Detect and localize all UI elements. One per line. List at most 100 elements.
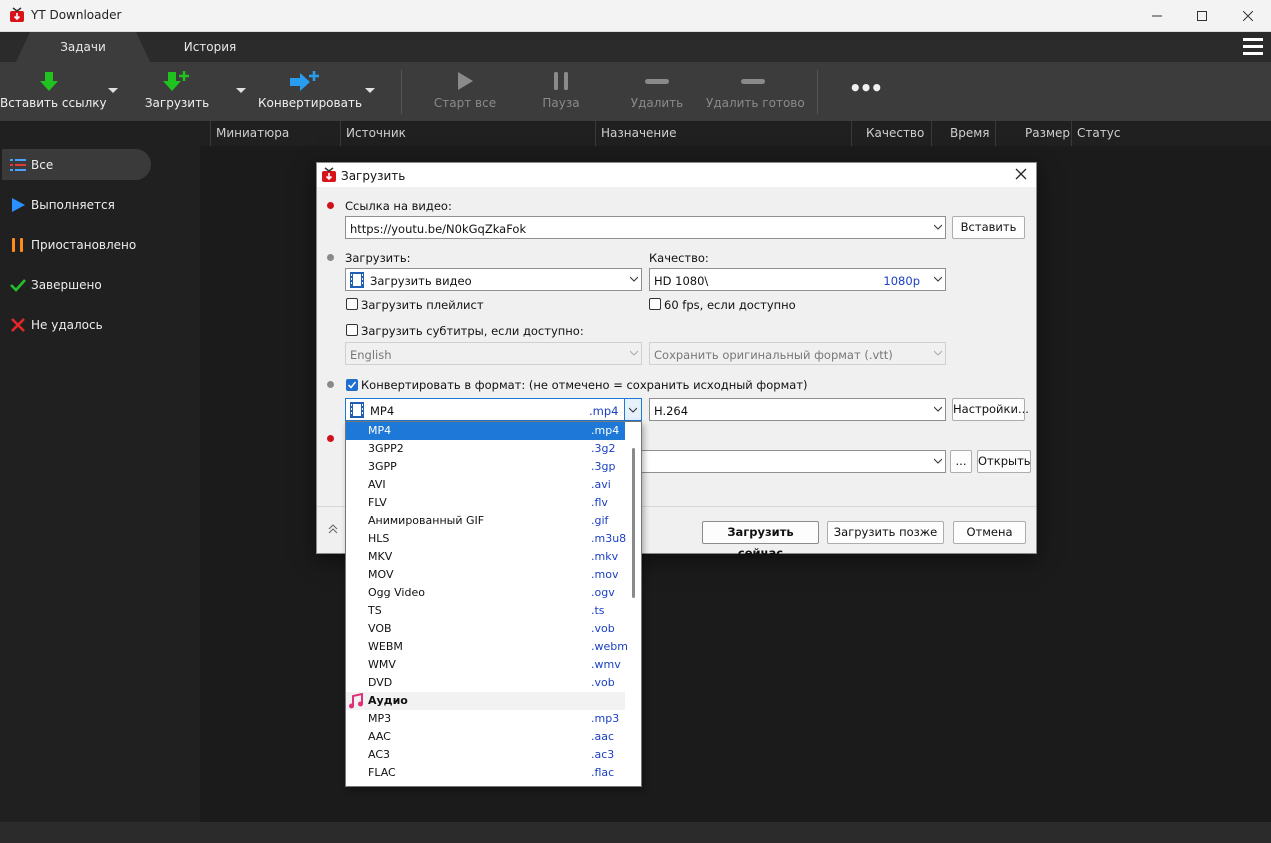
- paste-link-button[interactable]: Вставить ссылку: [0, 62, 107, 121]
- tab-tasks[interactable]: Задачи: [16, 32, 150, 62]
- download-later-button[interactable]: Загрузить позже: [827, 521, 944, 544]
- format-option[interactable]: MP3 .mp3: [346, 710, 625, 728]
- format-option-name: DVD: [368, 676, 393, 689]
- column-size[interactable]: Размер: [995, 121, 1071, 146]
- column-quality[interactable]: Качество: [851, 121, 931, 146]
- url-input[interactable]: https://youtu.be/N0kGqZkaFok: [345, 216, 946, 239]
- convert-arrow-icon: [288, 70, 322, 97]
- convert-checkbox[interactable]: [346, 379, 358, 391]
- start-all-button[interactable]: Старт все: [426, 62, 504, 121]
- convert-label: Конвертировать: [258, 96, 363, 110]
- sidebar-item-failed[interactable]: Не удалось: [2, 309, 151, 340]
- chevron-down-icon[interactable]: [934, 405, 942, 413]
- settings-button[interactable]: Настройки...: [952, 398, 1029, 421]
- subtitle-format-select[interactable]: Сохранить оригинальный формат (.vtt): [649, 342, 946, 365]
- format-option[interactable]: HLS .m3u8: [346, 530, 627, 548]
- maximize-button[interactable]: [1179, 0, 1225, 31]
- convert-dropdown-icon[interactable]: [365, 88, 375, 93]
- format-option[interactable]: TS .ts: [346, 602, 625, 620]
- hamburger-menu-icon[interactable]: [1243, 38, 1263, 56]
- column-time[interactable]: Время: [931, 121, 995, 146]
- chevron-down-icon[interactable]: [934, 223, 942, 231]
- column-destination[interactable]: Назначение: [595, 121, 851, 146]
- close-window-button[interactable]: [1225, 0, 1271, 31]
- download-type-select[interactable]: Загрузить видео: [345, 268, 642, 291]
- download-dropdown-icon[interactable]: [236, 88, 246, 93]
- delete-button[interactable]: Удалить: [624, 62, 690, 121]
- playlist-checkbox[interactable]: [346, 298, 358, 310]
- tab-history[interactable]: История: [150, 32, 270, 62]
- format-option[interactable]: Ogg Video .ogv: [346, 584, 625, 602]
- column-source[interactable]: Источник: [340, 121, 595, 146]
- format-option[interactable]: VOB .vob: [346, 620, 625, 638]
- window-title: YT Downloader: [31, 8, 122, 22]
- format-option[interactable]: 3GPP2 .3g2: [346, 440, 625, 458]
- format-option[interactable]: AC3 .ac3: [346, 746, 625, 764]
- convert-button[interactable]: Конвертировать: [258, 62, 363, 121]
- sidebar-item-running[interactable]: Выполняется: [2, 189, 151, 220]
- format-option[interactable]: MOV .mov: [346, 566, 625, 584]
- format-option[interactable]: 3GPP .3gp: [346, 458, 625, 476]
- film-icon: [349, 402, 365, 418]
- format-option-name: MOV: [368, 568, 394, 581]
- required-dot: [327, 202, 334, 209]
- dialog-close-button[interactable]: [1015, 168, 1029, 182]
- sidebar-item-completed[interactable]: Завершено: [2, 269, 151, 300]
- format-option[interactable]: AAC .aac: [346, 728, 625, 746]
- format-option-ext: .vob: [591, 676, 615, 689]
- format-option[interactable]: FLAC .flac: [346, 764, 625, 782]
- delete-done-button[interactable]: Удалить готово: [706, 62, 805, 121]
- open-folder-button[interactable]: Открыть: [977, 450, 1031, 473]
- chevron-down-icon[interactable]: [630, 275, 638, 283]
- format-option-name: Анимированный GIF: [368, 514, 485, 527]
- chevron-down-icon[interactable]: [934, 349, 942, 357]
- format-option-name: AAC: [368, 730, 391, 743]
- format-option[interactable]: DVD .vob: [346, 674, 625, 692]
- format-option[interactable]: Анимированный GIF .gif: [346, 512, 625, 530]
- browse-button[interactable]: ...: [950, 450, 972, 473]
- column-status[interactable]: Статус: [1071, 121, 1271, 146]
- chevron-down-icon[interactable]: [630, 349, 638, 357]
- pause-button[interactable]: Пауза: [528, 62, 594, 121]
- format-option[interactable]: AVI .avi: [346, 476, 625, 494]
- codec-select[interactable]: H.264: [649, 398, 946, 421]
- format-option-ext: .webm: [591, 640, 628, 653]
- subtitle-format-value: Сохранить оригинальный формат (.vtt): [654, 348, 893, 362]
- delete-label: Удалить: [630, 96, 684, 110]
- format-option[interactable]: MKV .mkv: [346, 548, 625, 566]
- pause-label: Пауза: [542, 96, 580, 110]
- minimize-button[interactable]: [1134, 0, 1180, 31]
- collapse-up-icon[interactable]: [327, 523, 339, 538]
- format-option-ext: .ac3: [591, 748, 615, 761]
- column-thumbnail[interactable]: Миниатюра: [210, 121, 340, 146]
- delete-done-label: Удалить готово: [706, 96, 805, 110]
- chevron-down-icon[interactable]: [934, 275, 942, 283]
- quality-select[interactable]: HD 1080\ 1080p: [649, 268, 946, 291]
- subtitles-checkbox[interactable]: [346, 324, 358, 336]
- download-button[interactable]: Загрузить: [140, 62, 214, 121]
- format-option-name: AC3: [368, 748, 391, 761]
- sidebar-item-paused[interactable]: Приостановлено: [2, 229, 151, 260]
- format-option[interactable]: WMV .wmv: [346, 656, 625, 674]
- more-options-button[interactable]: •••: [842, 62, 888, 121]
- download-now-button[interactable]: Загрузить сейчас: [702, 521, 819, 560]
- format-option-ext: .m3u8: [591, 532, 627, 545]
- paste-button[interactable]: Вставить: [952, 216, 1025, 239]
- dropdown-scrollbar[interactable]: [632, 448, 635, 598]
- format-option[interactable]: MP4 .mp4: [346, 422, 625, 440]
- format-dropdown-button[interactable]: [624, 399, 641, 420]
- format-option[interactable]: WEBM .webm: [346, 638, 628, 656]
- chevron-down-icon[interactable]: [934, 457, 942, 465]
- format-option[interactable]: FLV .flv: [346, 494, 625, 512]
- format-select[interactable]: MP4 .mp4: [345, 398, 642, 421]
- paste-link-dropdown-icon[interactable]: [108, 88, 118, 93]
- fps-checkbox[interactable]: [649, 298, 661, 310]
- format-option-ext: .3g2: [591, 442, 616, 455]
- dialog-title: Загрузить: [341, 169, 406, 183]
- subtitle-language-select[interactable]: English: [345, 342, 642, 365]
- cancel-button[interactable]: Отмена: [953, 521, 1026, 544]
- format-group-header: Аудио: [346, 692, 625, 710]
- required-dot: [327, 435, 334, 442]
- sidebar-item-all[interactable]: Все: [2, 149, 151, 180]
- close-icon: [1243, 10, 1253, 21]
